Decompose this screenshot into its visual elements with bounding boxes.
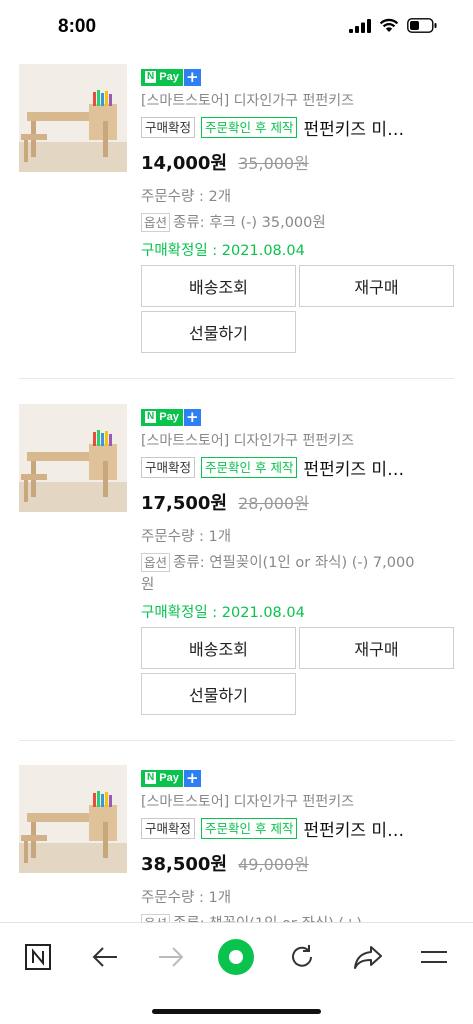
kids-desk-image bbox=[19, 64, 127, 172]
original-price: 35,000원 bbox=[238, 153, 309, 173]
npay-n-icon: N bbox=[145, 772, 157, 784]
kids-desk-image bbox=[19, 765, 127, 873]
product-thumbnail[interactable] bbox=[19, 64, 127, 172]
forward-icon bbox=[159, 947, 184, 967]
product-thumbnail[interactable] bbox=[19, 404, 127, 512]
option-row: 옵션 종류: 후크 (-) 35,000원 bbox=[141, 212, 421, 234]
rebuy-button[interactable]: 재구매 bbox=[299, 627, 454, 669]
kids-desk-image bbox=[19, 404, 127, 512]
price: 38,500원 bbox=[141, 853, 228, 875]
original-price: 28,000원 bbox=[238, 493, 309, 513]
option-badge: 옵션 bbox=[141, 212, 171, 232]
refresh-icon bbox=[292, 945, 312, 967]
share-icon bbox=[354, 946, 382, 969]
divider bbox=[19, 378, 454, 379]
order-info: N Pay + [스마트스토어] 디자인가구 펀펀키즈 구매확정 주문확인 후 제… bbox=[141, 404, 461, 622]
npay-plus-icon: + bbox=[183, 68, 201, 86]
share-button[interactable] bbox=[348, 937, 388, 977]
product-name[interactable]: 펀펀키즈 미… bbox=[303, 455, 404, 480]
npay-n-icon: N bbox=[145, 71, 157, 83]
menu-icon bbox=[421, 951, 447, 963]
product-name[interactable]: 펀펀키즈 미… bbox=[303, 816, 404, 841]
status-badge: 구매확정 bbox=[141, 817, 196, 839]
wifi-icon bbox=[379, 18, 399, 32]
product-thumbnail[interactable] bbox=[19, 765, 127, 873]
option-row: 옵션 종류: 연필꽂이(1인 or 좌식) (-) 7,000원 bbox=[141, 552, 421, 596]
order-quantity: 주문수량 : 1개 bbox=[141, 889, 232, 906]
back-button[interactable] bbox=[85, 937, 125, 977]
tracking-button[interactable]: 배송조회 bbox=[141, 265, 296, 307]
confirm-date: 구매확정일 : 2021.08.04 bbox=[141, 604, 305, 621]
npay-n-icon: N bbox=[145, 411, 157, 423]
npay-plus-icon: + bbox=[183, 769, 201, 787]
option-text: 종류: 연필꽂이(1인 or 좌식) (-) 7,000원 bbox=[141, 554, 415, 593]
home-indicator[interactable] bbox=[152, 1009, 321, 1014]
green-dot-icon bbox=[218, 939, 254, 975]
seller-name[interactable]: [스마트스토어] 디자인가구 펀펀키즈 bbox=[141, 430, 461, 450]
cellular-signal-icon bbox=[349, 18, 371, 33]
npay-label: Pay bbox=[159, 71, 179, 83]
npay-badge: N Pay + bbox=[141, 68, 201, 86]
back-icon bbox=[92, 947, 117, 967]
status-badge: 구매확정 bbox=[141, 116, 196, 138]
status-badge: 구매확정 bbox=[141, 456, 196, 478]
naver-home-button[interactable] bbox=[18, 937, 58, 977]
made-to-order-badge: 주문확인 후 제작 bbox=[201, 456, 298, 478]
menu-button[interactable] bbox=[414, 937, 454, 977]
order-info: N Pay + [스마트스토어] 디자인가구 펀펀키즈 구매확정 주문확인 후 제… bbox=[141, 64, 461, 260]
seller-name[interactable]: [스마트스토어] 디자인가구 펀펀키즈 bbox=[141, 791, 461, 811]
npay-badge: N Pay + bbox=[141, 408, 201, 426]
order-quantity: 주문수량 : 2개 bbox=[141, 188, 232, 205]
refresh-button[interactable] bbox=[282, 937, 322, 977]
naver-home-icon bbox=[25, 944, 51, 970]
green-dot-button[interactable] bbox=[216, 937, 256, 977]
status-icons bbox=[349, 18, 437, 33]
status-time: 8:00 bbox=[58, 16, 97, 37]
price: 14,000원 bbox=[141, 152, 228, 174]
divider bbox=[19, 740, 454, 741]
confirm-date: 구매확정일 : 2021.08.04 bbox=[141, 242, 305, 259]
npay-badge: N Pay + bbox=[141, 769, 201, 787]
npay-label: Pay bbox=[159, 772, 179, 784]
npay-plus-icon: + bbox=[183, 408, 201, 426]
tracking-button[interactable]: 배송조회 bbox=[141, 627, 296, 669]
option-text: 종류: 후크 (-) 35,000원 bbox=[173, 214, 326, 231]
browser-toolbar bbox=[0, 922, 473, 1024]
seller-name[interactable]: [스마트스토어] 디자인가구 펀펀키즈 bbox=[141, 90, 461, 110]
gift-button[interactable]: 선물하기 bbox=[141, 311, 296, 353]
forward-button[interactable] bbox=[151, 937, 191, 977]
npay-label: Pay bbox=[159, 411, 179, 423]
original-price: 49,000원 bbox=[238, 854, 309, 874]
order-info: N Pay + [스마트스토어] 디자인가구 펀펀키즈 구매확정 주문확인 후 제… bbox=[141, 765, 461, 935]
made-to-order-badge: 주문확인 후 제작 bbox=[201, 116, 298, 138]
battery-icon bbox=[407, 18, 437, 33]
option-badge: 옵션 bbox=[141, 552, 171, 572]
product-name[interactable]: 펀펀키즈 미… bbox=[303, 115, 404, 140]
order-quantity: 주문수량 : 1개 bbox=[141, 528, 232, 545]
price: 17,500원 bbox=[141, 492, 228, 514]
made-to-order-badge: 주문확인 후 제작 bbox=[201, 817, 298, 839]
gift-button[interactable]: 선물하기 bbox=[141, 673, 296, 715]
rebuy-button[interactable]: 재구매 bbox=[299, 265, 454, 307]
status-bar: 8:00 bbox=[0, 0, 473, 56]
